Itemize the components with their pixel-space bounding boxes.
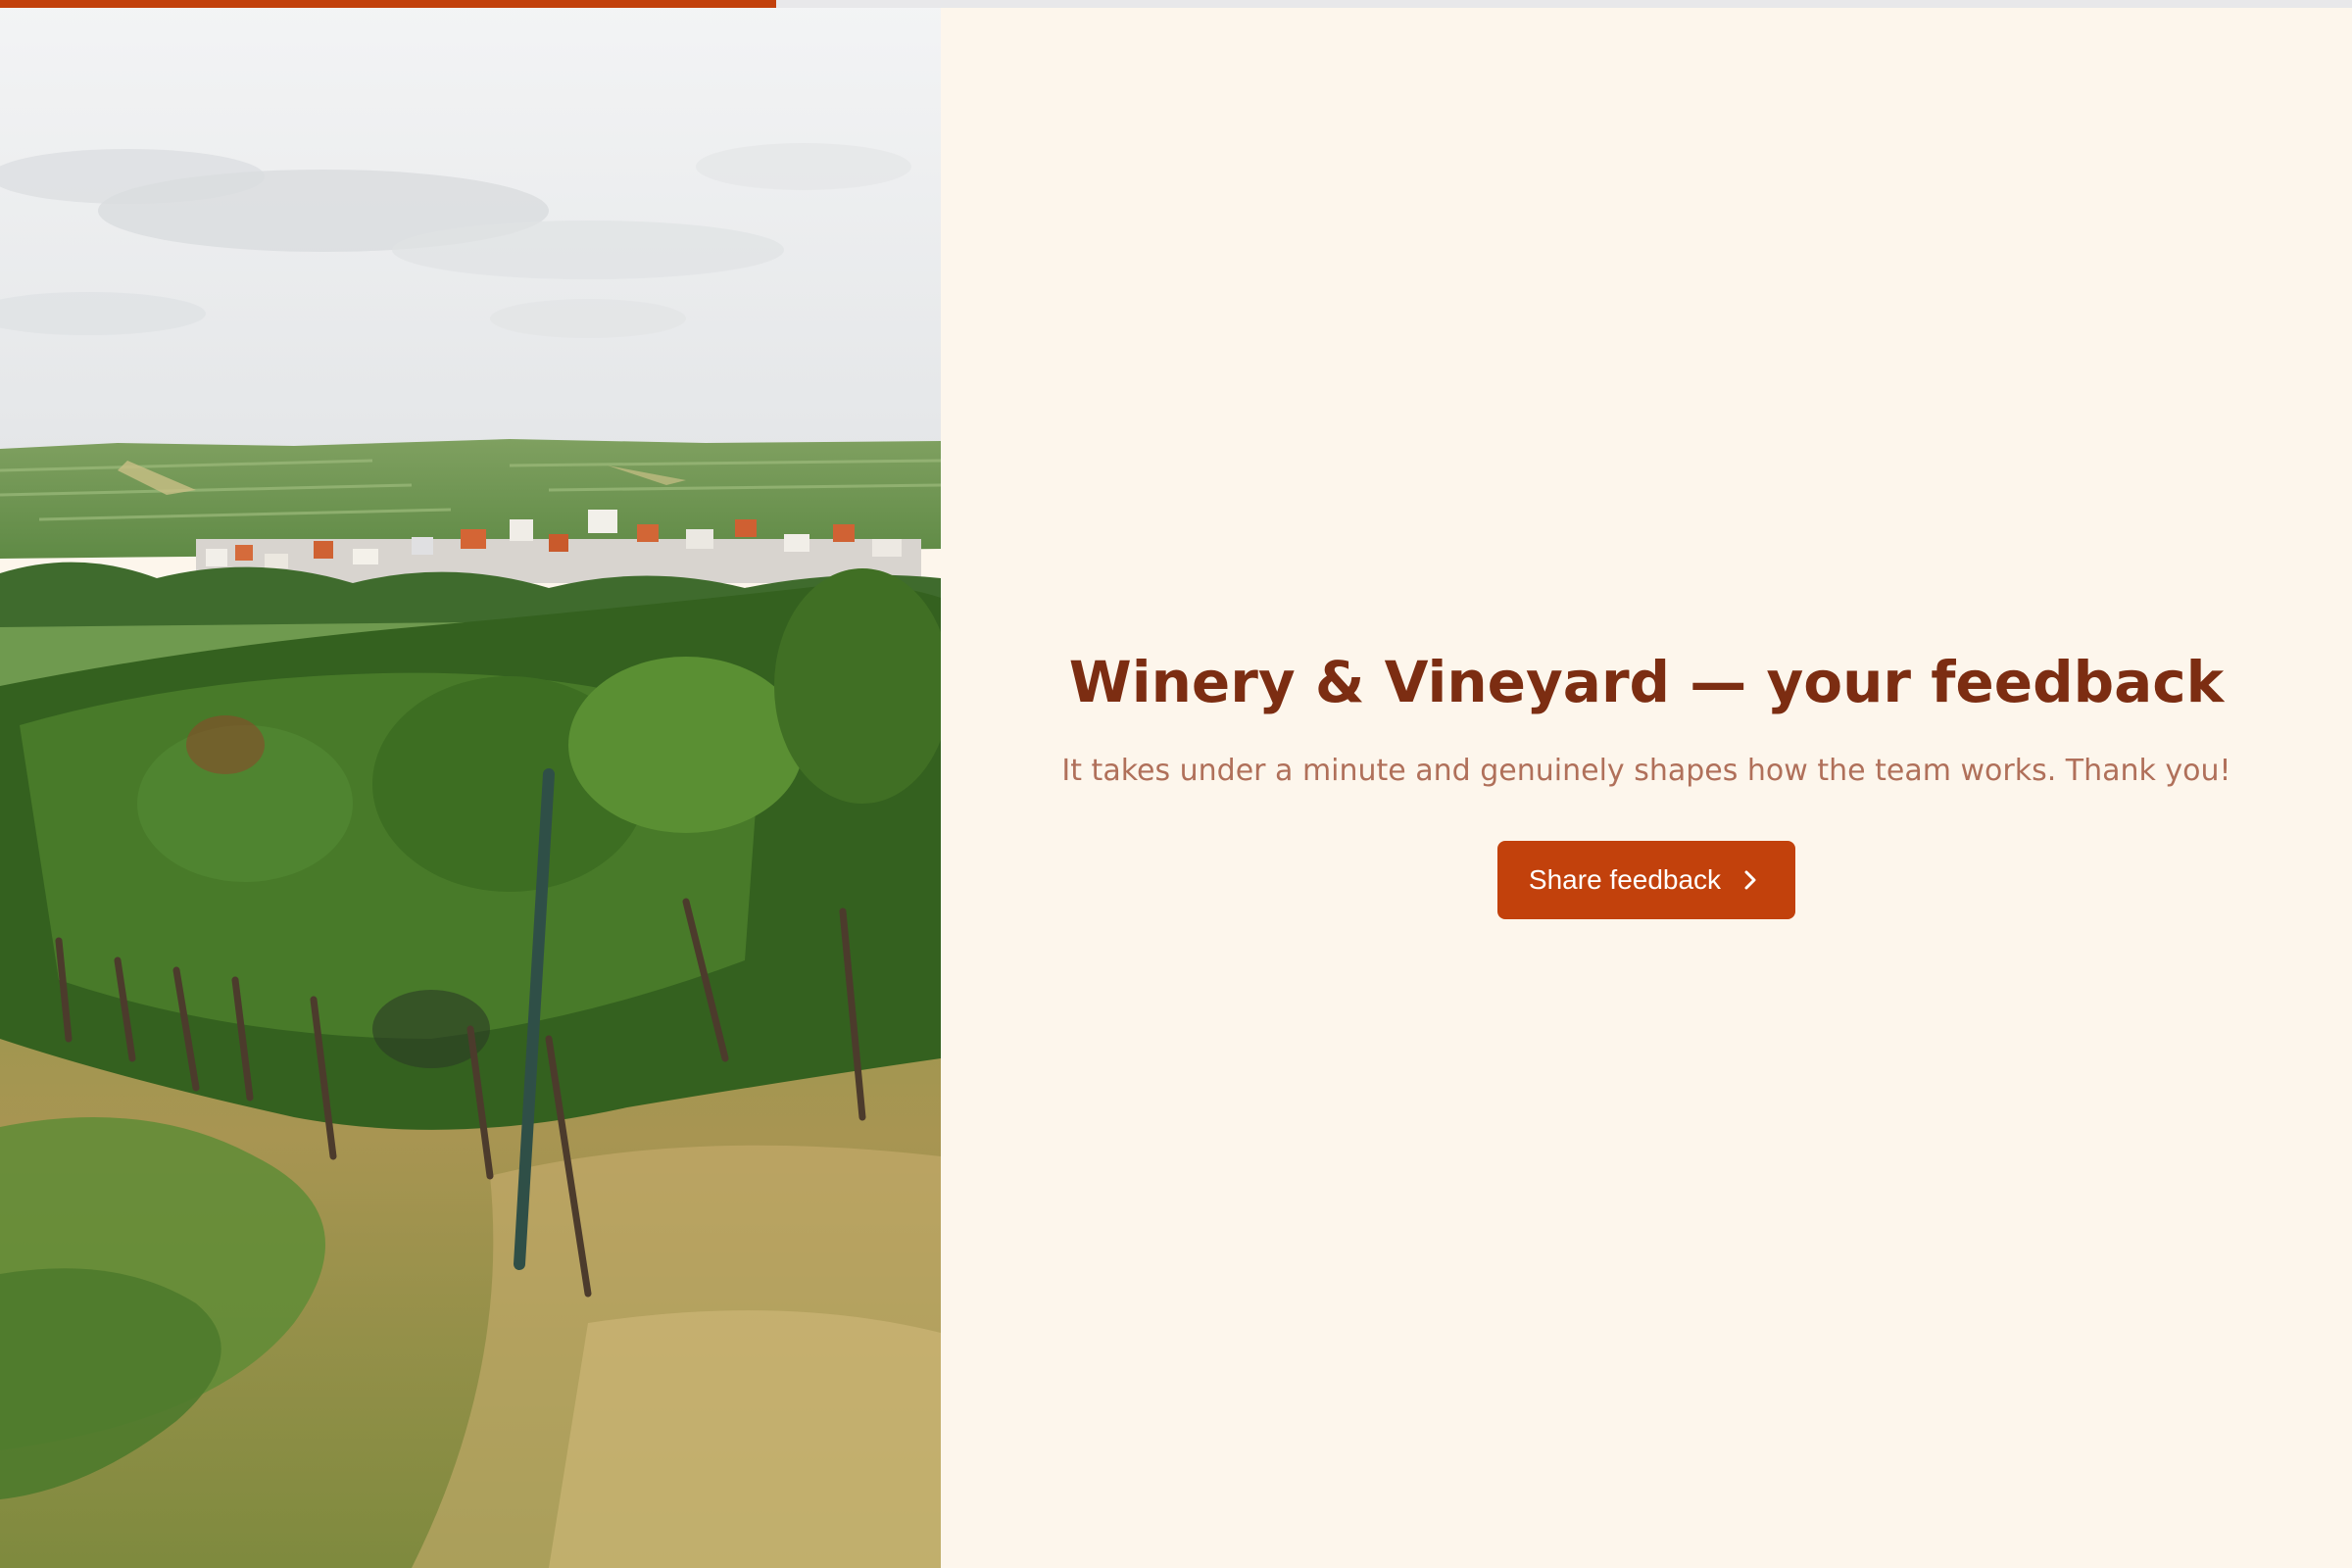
survey-welcome-page: Winery & Vineyard — your feedback It tak… [0,0,2352,1568]
page-title: Winery & Vineyard — your feedback [1068,648,2225,715]
share-feedback-label: Share feedback [1528,864,1722,896]
chevron-right-icon [1742,869,1758,891]
page-subtitle: It takes under a minute and genuinely sh… [1061,754,2231,789]
share-feedback-button[interactable]: Share feedback [1496,841,1796,920]
vineyard-photo [0,0,941,1568]
hero-content: Winery & Vineyard — your feedback It tak… [941,0,2352,1568]
progress-bar-fill [0,0,776,8]
progress-bar [0,0,2352,8]
